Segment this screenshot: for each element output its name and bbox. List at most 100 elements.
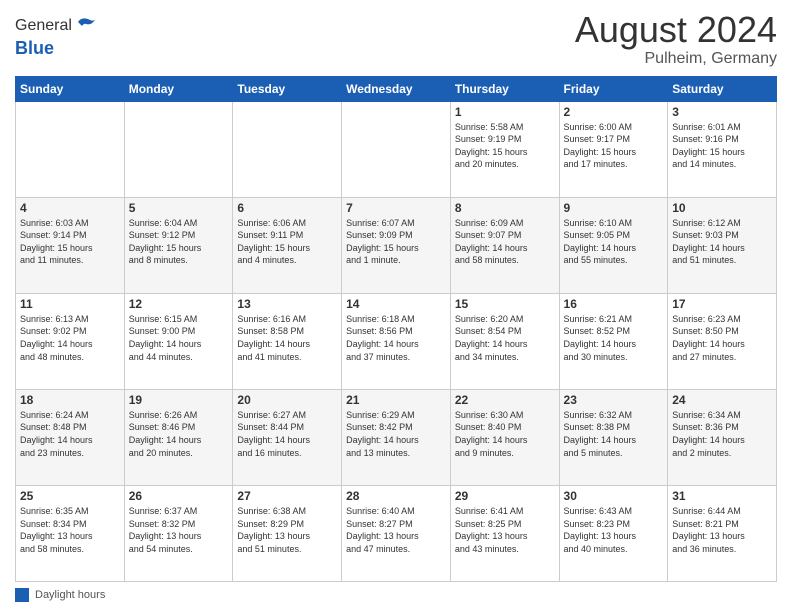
col-sunday: Sunday [16,76,125,101]
table-row: 15Sunrise: 6:20 AM Sunset: 8:54 PM Dayli… [450,293,559,389]
day-info: Sunrise: 6:20 AM Sunset: 8:54 PM Dayligh… [455,313,555,363]
table-row: 10Sunrise: 6:12 AM Sunset: 9:03 PM Dayli… [668,197,777,293]
day-info: Sunrise: 6:29 AM Sunset: 8:42 PM Dayligh… [346,409,446,459]
table-row: 27 Sunrise: 6:38 AM Sunset: 8:29 PM Dayli… [233,485,342,581]
day-number: 9 [564,201,664,215]
table-row: 23 Sunrise: 6:32 AM Sunset: 8:38 PM Dayli… [559,389,668,485]
day-info: Sunrise: 6:06 AM Sunset: 9:11 PM Dayligh… [237,217,337,267]
table-row: 28 Sunrise: 6:40 AM Sunset: 8:27 PM Dayli… [342,485,451,581]
table-row: 1Sunrise: 5:58 AM Sunset: 9:19 PM Daylig… [450,101,559,197]
table-row: 30 Sunrise: 6:43 AM Sunset: 8:23 PM Dayli… [559,485,668,581]
day-number: 5 [129,201,229,215]
day-number: 7 [346,201,446,215]
day-number: 23 [564,393,664,407]
table-row: 5 Sunrise: 6:04 AM Sunset: 9:12 PM Daylig… [124,197,233,293]
day-number: 2 [564,105,664,119]
table-row: 6Sunrise: 6:06 AM Sunset: 9:11 PM Daylig… [233,197,342,293]
day-number: 21 [346,393,446,407]
day-number: 17 [672,297,772,311]
day-info: Sunrise: 6:23 AM Sunset: 8:50 PM Dayligh… [672,313,772,363]
logo-bird-icon [74,14,98,38]
day-number: 28 [346,489,446,503]
day-number: 14 [346,297,446,311]
day-number: 30 [564,489,664,503]
day-info: Sunrise: 6:07 AM Sunset: 9:09 PM Dayligh… [346,217,446,267]
day-number: 4 [20,201,120,215]
day-info: Sunrise: 6:16 AM Sunset: 8:58 PM Dayligh… [237,313,337,363]
table-row: 17 Sunrise: 6:23 AM Sunset: 8:50 PM Dayli… [668,293,777,389]
calendar-week-row: 18Sunrise: 6:24 AM Sunset: 8:48 PM Dayli… [16,389,777,485]
day-info: Sunrise: 6:26 AM Sunset: 8:46 PM Dayligh… [129,409,229,459]
title-block: August 2024 Pulheim, Germany [575,10,777,68]
table-row: 25Sunrise: 6:35 AM Sunset: 8:34 PM Dayli… [16,485,125,581]
page-subtitle: Pulheim, Germany [575,50,777,68]
table-row: 3 Sunrise: 6:01 AM Sunset: 9:16 PM Daylig… [668,101,777,197]
table-row: 13 Sunrise: 6:16 AM Sunset: 8:58 PM Dayli… [233,293,342,389]
logo-blue-text: Blue [15,38,98,59]
logo-general-text: General [15,17,72,35]
header: General Blue August 2024 Pulheim, German… [15,10,777,68]
day-info: Sunrise: 6:15 AM Sunset: 9:00 PM Dayligh… [129,313,229,363]
day-info: Sunrise: 6:01 AM Sunset: 9:16 PM Dayligh… [672,121,772,171]
day-number: 19 [129,393,229,407]
day-number: 3 [672,105,772,119]
day-info: Sunrise: 6:34 AM Sunset: 8:36 PM Dayligh… [672,409,772,459]
day-number: 8 [455,201,555,215]
day-info: Sunrise: 6:41 AM Sunset: 8:25 PM Dayligh… [455,505,555,555]
col-thursday: Thursday [450,76,559,101]
day-info: Sunrise: 6:04 AM Sunset: 9:12 PM Dayligh… [129,217,229,267]
page: General Blue August 2024 Pulheim, German… [0,0,792,612]
table-row [124,101,233,197]
day-number: 27 [237,489,337,503]
table-row: 20 Sunrise: 6:27 AM Sunset: 8:44 PM Dayli… [233,389,342,485]
table-row: 21 Sunrise: 6:29 AM Sunset: 8:42 PM Dayli… [342,389,451,485]
col-monday: Monday [124,76,233,101]
day-number: 18 [20,393,120,407]
day-number: 13 [237,297,337,311]
day-number: 11 [20,297,120,311]
table-row [233,101,342,197]
table-row: 7 Sunrise: 6:07 AM Sunset: 9:09 PM Daylig… [342,197,451,293]
daylight-label: Daylight hours [35,589,105,601]
table-row: 14Sunrise: 6:18 AM Sunset: 8:56 PM Dayli… [342,293,451,389]
footer: Daylight hours [15,588,777,602]
table-row: 24Sunrise: 6:34 AM Sunset: 8:36 PM Dayli… [668,389,777,485]
table-row: 31 Sunrise: 6:44 AM Sunset: 8:21 PM Dayli… [668,485,777,581]
day-number: 22 [455,393,555,407]
table-row [342,101,451,197]
table-row: 26 Sunrise: 6:37 AM Sunset: 8:32 PM Dayli… [124,485,233,581]
table-row: 22Sunrise: 6:30 AM Sunset: 8:40 PM Dayli… [450,389,559,485]
col-saturday: Saturday [668,76,777,101]
daylight-color-box [15,588,29,602]
day-info: Sunrise: 6:12 AM Sunset: 9:03 PM Dayligh… [672,217,772,267]
day-info: Sunrise: 6:10 AM Sunset: 9:05 PM Dayligh… [564,217,664,267]
calendar-week-row: 25Sunrise: 6:35 AM Sunset: 8:34 PM Dayli… [16,485,777,581]
table-row: 2Sunrise: 6:00 AM Sunset: 9:17 PM Daylig… [559,101,668,197]
table-row: 16Sunrise: 6:21 AM Sunset: 8:52 PM Dayli… [559,293,668,389]
page-title: August 2024 [575,10,777,50]
day-info: Sunrise: 6:38 AM Sunset: 8:29 PM Dayligh… [237,505,337,555]
table-row: 12 Sunrise: 6:15 AM Sunset: 9:00 PM Dayli… [124,293,233,389]
calendar-header-row: Sunday Monday Tuesday Wednesday Thursday… [16,76,777,101]
table-row: 29 Sunrise: 6:41 AM Sunset: 8:25 PM Dayli… [450,485,559,581]
day-number: 20 [237,393,337,407]
table-row: 4 Sunrise: 6:03 AM Sunset: 9:14 PM Daylig… [16,197,125,293]
day-number: 29 [455,489,555,503]
day-info: Sunrise: 6:43 AM Sunset: 8:23 PM Dayligh… [564,505,664,555]
table-row: 8 Sunrise: 6:09 AM Sunset: 9:07 PM Daylig… [450,197,559,293]
day-info: Sunrise: 6:13 AM Sunset: 9:02 PM Dayligh… [20,313,120,363]
day-number: 25 [20,489,120,503]
day-info: Sunrise: 6:40 AM Sunset: 8:27 PM Dayligh… [346,505,446,555]
day-info: Sunrise: 6:37 AM Sunset: 8:32 PM Dayligh… [129,505,229,555]
day-number: 31 [672,489,772,503]
day-info: Sunrise: 6:03 AM Sunset: 9:14 PM Dayligh… [20,217,120,267]
day-info: Sunrise: 6:44 AM Sunset: 8:21 PM Dayligh… [672,505,772,555]
day-info: Sunrise: 6:27 AM Sunset: 8:44 PM Dayligh… [237,409,337,459]
day-number: 12 [129,297,229,311]
day-number: 26 [129,489,229,503]
calendar-week-row: 4 Sunrise: 6:03 AM Sunset: 9:14 PM Daylig… [16,197,777,293]
day-info: Sunrise: 6:32 AM Sunset: 8:38 PM Dayligh… [564,409,664,459]
col-tuesday: Tuesday [233,76,342,101]
day-info: Sunrise: 6:09 AM Sunset: 9:07 PM Dayligh… [455,217,555,267]
table-row [16,101,125,197]
